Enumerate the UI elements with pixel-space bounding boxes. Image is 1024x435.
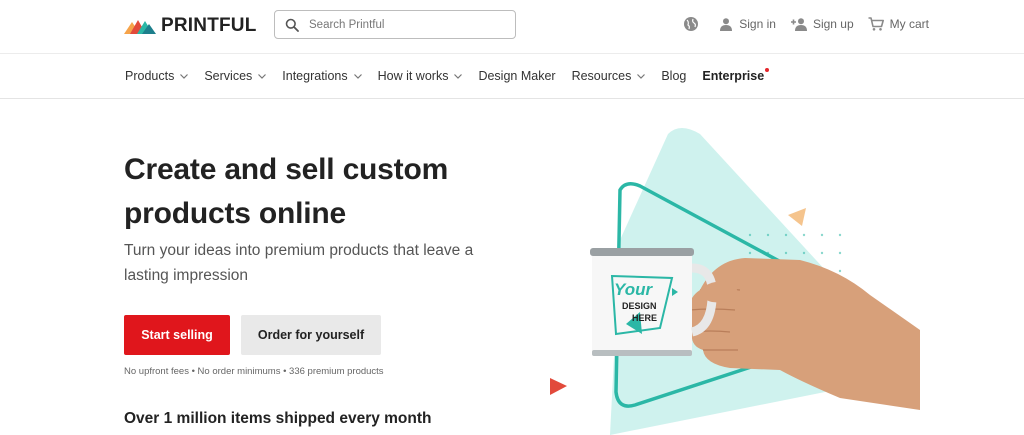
cart-icon [868,17,884,31]
nav-item-label: Resources [571,69,632,83]
search-input[interactable] [309,18,499,31]
nav-item-how-it-works[interactable]: How it works [378,69,463,83]
main-nav: Products Services Integrations How it wo… [0,55,1024,99]
sign-in-label: Sign in [739,17,776,31]
mug-print-line1: Your [614,280,653,299]
nav-item-services[interactable]: Services [204,69,267,83]
sign-up-label: Sign up [812,17,854,31]
chevron-down-icon [454,73,463,79]
account-actions: Sign in Sign up My cart [683,16,929,32]
nav-item-enterprise[interactable]: Enterprise [702,68,770,83]
chevron-down-icon [258,73,267,79]
nav-item-label: Enterprise [702,69,765,83]
chevron-down-icon [353,73,362,79]
nav-item-label: How it works [377,69,449,83]
shipping-stat: Over 1 million items shipped every month [124,410,432,427]
cart-label: My cart [889,17,929,31]
hero-fineprint: No upfront fees • No order minimums • 33… [124,366,384,377]
nav-item-label: Blog [661,69,687,83]
printful-logo-mark [124,20,156,34]
printful-logo[interactable]: PRINTFUL [124,12,257,40]
orange-triangle-decoration [788,208,806,226]
add-user-icon [790,18,807,31]
hero-subtitle: Turn your ideas into premium products th… [124,242,474,284]
mug-print-line3: HERE [632,313,657,323]
cart-link[interactable]: My cart [868,17,929,31]
nav-item-resources[interactable]: Resources [572,69,646,83]
nav-item-products[interactable]: Products [125,69,189,83]
search-icon [285,18,299,32]
user-icon [720,18,733,31]
sign-in-link[interactable]: Sign in [719,17,776,31]
red-triangle-decoration [550,378,567,395]
nav-item-label: Integrations [282,69,348,83]
nav-item-blog[interactable]: Blog [661,69,686,83]
nav-item-label: Services [204,69,253,83]
start-selling-button[interactable]: Start selling [124,315,230,355]
nav-item-label: Design Maker [478,69,556,83]
chevron-down-icon [180,73,189,79]
nav-items: Products Services Integrations How it wo… [125,68,780,83]
globe-icon [684,17,699,31]
mug-print-line2: DESIGN [622,301,657,311]
nav-item-design-maker[interactable]: Design Maker [478,69,555,83]
nav-item-integrations[interactable]: Integrations [282,69,362,83]
new-badge-dot [765,68,770,72]
sign-up-link[interactable]: Sign up [790,17,854,31]
nav-item-label: Products [125,69,175,83]
language-selector[interactable] [683,16,705,32]
brand-name: PRINTFUL [161,15,257,36]
hero-title: Create and sell custom products online [124,153,449,230]
search-box[interactable] [274,10,516,39]
top-bar: PRINTFUL Sign in [0,0,1024,54]
hero-illustration-art: Your DESIGN HERE [550,128,920,435]
hero-illustration: Your DESIGN HERE [540,120,960,435]
order-for-yourself-button[interactable]: Order for yourself [241,315,381,355]
chevron-down-icon [637,73,646,79]
